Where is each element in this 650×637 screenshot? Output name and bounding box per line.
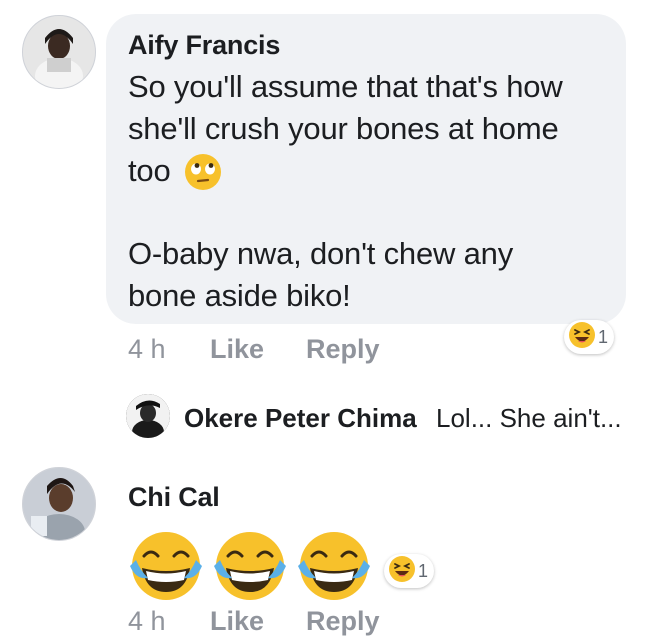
avatar-okere-peter-chima[interactable] bbox=[126, 394, 170, 438]
avatar-chi-cal[interactable] bbox=[22, 467, 96, 541]
comment-line: bone aside biko! bbox=[128, 278, 351, 313]
comment-line: too bbox=[128, 153, 171, 188]
emoji-row bbox=[126, 526, 376, 606]
face-with-rolling-eyes-icon bbox=[183, 152, 223, 192]
comment-line: So you'll assume that that's how bbox=[128, 69, 563, 104]
avatar-aify-francis[interactable] bbox=[22, 15, 96, 89]
reply-button[interactable]: Reply bbox=[306, 334, 380, 365]
haha-reaction-icon bbox=[568, 321, 596, 354]
face-with-tears-of-joy-icon bbox=[294, 526, 374, 606]
reply-author[interactable]: Okere Peter Chima bbox=[184, 403, 417, 434]
reply-text-preview[interactable]: Lol... She ain't... bbox=[436, 403, 622, 434]
comment-time: 4 h bbox=[128, 606, 166, 636]
comment-time: 4 h bbox=[128, 334, 166, 364]
comment-author[interactable]: Chi Cal bbox=[128, 482, 220, 513]
like-button[interactable]: Like bbox=[210, 334, 264, 365]
comment-line: O-baby nwa, don't chew any bbox=[128, 236, 513, 271]
reaction-summary[interactable]: 1 bbox=[564, 320, 615, 354]
haha-reaction-icon bbox=[388, 555, 416, 588]
reaction-count: 1 bbox=[598, 326, 609, 347]
reaction-count: 1 bbox=[418, 560, 429, 581]
reply-button[interactable]: Reply bbox=[306, 606, 380, 637]
comment-line: she'll crush your bones at home bbox=[128, 111, 559, 146]
like-button[interactable]: Like bbox=[210, 606, 264, 637]
face-with-tears-of-joy-icon bbox=[210, 526, 290, 606]
face-with-tears-of-joy-icon bbox=[126, 526, 206, 606]
comment-author[interactable]: Aify Francis bbox=[128, 30, 280, 61]
reaction-summary[interactable]: 1 bbox=[384, 554, 435, 588]
